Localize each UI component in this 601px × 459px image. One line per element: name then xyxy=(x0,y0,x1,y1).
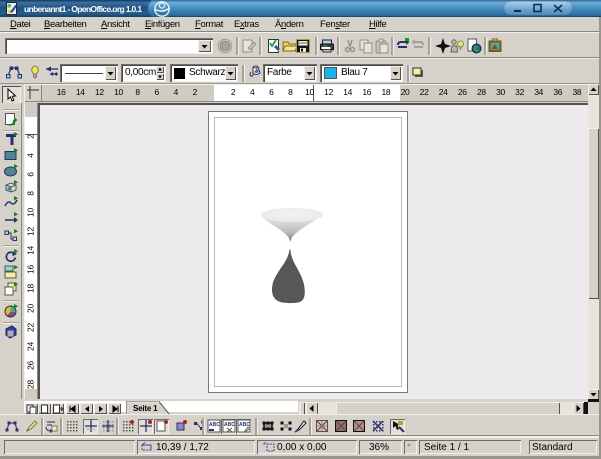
svg-text:ABC: ABC xyxy=(209,422,220,428)
svg-text:ABC: ABC xyxy=(224,422,235,428)
